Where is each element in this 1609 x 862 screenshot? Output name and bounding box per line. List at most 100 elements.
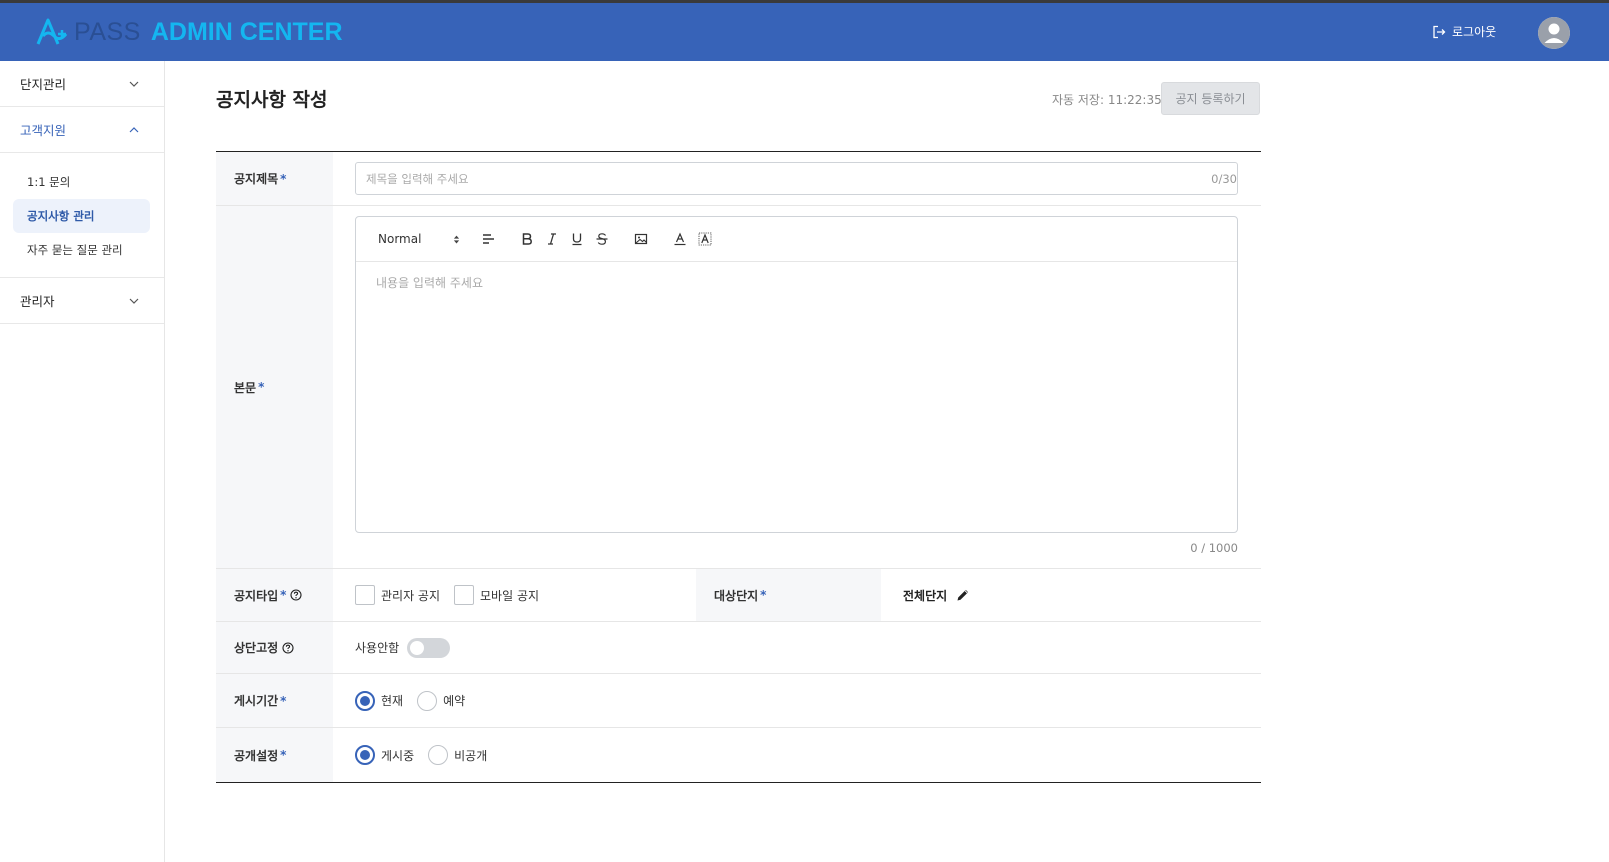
sidebar-item-inquiry[interactable]: 1:1 문의 xyxy=(13,165,150,199)
chevron-down-icon xyxy=(129,81,139,87)
radio-now[interactable] xyxy=(355,690,375,711)
form-value: Normal 내용을 입력해 주세요 0 / 1000 xyxy=(333,206,1261,568)
target-label-text: 대상단지 xyxy=(714,588,759,603)
form-label: 대상단지 * xyxy=(696,569,881,621)
logout-label: 로그아웃 xyxy=(1452,25,1497,39)
period-label-text: 게시기간 xyxy=(234,694,279,708)
form-value: 현재 예약 xyxy=(333,674,1261,727)
visibility-option-public[interactable]: 게시중 xyxy=(355,745,414,765)
user-icon xyxy=(1538,17,1570,49)
notice-form: 공지제목* 0/30 본문* Normal xyxy=(216,151,1261,783)
title-input[interactable] xyxy=(356,163,1237,194)
autosave-status: 자동 저장: 11:22:35 xyxy=(1052,93,1162,107)
sidebar-submenu: 1:1 문의 공지사항 관리 자주 묻는 질문 관리 xyxy=(0,153,164,278)
type-option-mobile[interactable]: 모바일 공지 xyxy=(454,585,539,605)
logo-admin-text: ADMIN CENTER xyxy=(150,17,343,46)
text-color-icon xyxy=(674,232,686,246)
page-title: 공지사항 작성 xyxy=(216,89,328,111)
underline-button[interactable] xyxy=(567,229,587,249)
pencil-icon[interactable] xyxy=(955,587,971,603)
pin-label-text: 상단고정 xyxy=(234,641,279,655)
title-label-text: 공지제목 xyxy=(234,172,279,186)
text-color-button[interactable] xyxy=(670,229,690,249)
editor-toolbar: Normal xyxy=(356,217,1237,262)
sidebar: 단지관리 고객지원 1:1 문의 공지사항 관리 자주 묻는 질문 관리 관리자 xyxy=(0,61,165,862)
form-value: 관리자 공지 모바일 공지 xyxy=(333,569,696,621)
logout-button[interactable]: 로그아웃 xyxy=(1432,23,1496,40)
radio-reserve[interactable] xyxy=(417,690,438,711)
option-label: 예약 xyxy=(443,694,466,708)
help-icon[interactable] xyxy=(282,641,294,654)
target-value: 전체단지 xyxy=(881,569,971,621)
logo-mark-icon xyxy=(36,18,68,45)
type-option-admin[interactable]: 관리자 공지 xyxy=(355,585,440,605)
app-header: PASS ADMIN CENTER 로그아웃 xyxy=(0,3,1609,61)
background-color-button[interactable] xyxy=(695,229,715,249)
sidebar-item-notice[interactable]: 공지사항 관리 xyxy=(13,199,150,233)
body-counter: 0 / 1000 xyxy=(1190,541,1238,555)
form-label: 공지제목 * xyxy=(216,152,333,205)
type-label-text: 공지타입 xyxy=(234,588,279,603)
italic-button[interactable] xyxy=(542,229,562,249)
form-value: 사용안함 xyxy=(333,622,1261,673)
sidebar-group-label: 관리자 xyxy=(20,294,55,309)
align-button[interactable] xyxy=(478,229,498,249)
italic-icon xyxy=(548,233,556,245)
sort-arrows-icon xyxy=(453,235,460,243)
bold-icon xyxy=(522,233,532,245)
radio-public[interactable] xyxy=(355,745,375,765)
required-mark: * xyxy=(280,748,287,762)
radio-private[interactable] xyxy=(428,745,449,765)
required-mark: * xyxy=(280,171,287,186)
editor-content-area[interactable]: 내용을 입력해 주세요 xyxy=(356,262,1237,532)
align-left-icon xyxy=(483,234,494,244)
body-label-text: 본문 xyxy=(234,380,257,395)
bold-button[interactable] xyxy=(517,229,537,249)
sidebar-group-label: 단지관리 xyxy=(20,77,67,92)
form-label: 게시기간 * xyxy=(216,674,333,727)
form-row-body: 본문 * Normal 내용을 입력해 주세요 0 / 1000 xyxy=(216,206,1261,569)
option-label: 비공개 xyxy=(454,748,488,763)
image-button[interactable] xyxy=(631,229,651,249)
period-option-reserve[interactable]: 예약 xyxy=(417,690,466,711)
form-value: 0/30 xyxy=(333,152,1261,205)
option-label: 관리자 공지 xyxy=(381,588,441,603)
logo-pass-text: PASS xyxy=(74,17,141,46)
pin-toggle[interactable] xyxy=(407,637,451,658)
sidebar-group-label: 고객지원 xyxy=(20,123,67,138)
avatar[interactable] xyxy=(1538,17,1570,49)
format-select[interactable]: Normal xyxy=(378,232,460,246)
submit-notice-button[interactable]: 공지 등록하기 xyxy=(1161,82,1260,115)
visibility-option-private[interactable]: 비공개 xyxy=(428,745,487,765)
image-icon xyxy=(634,233,648,245)
pin-state-label: 사용안함 xyxy=(355,641,400,655)
option-label: 게시중 xyxy=(381,748,415,763)
option-label: 모바일 공지 xyxy=(480,588,540,603)
sidebar-group-complex[interactable]: 단지관리 xyxy=(0,61,164,107)
sidebar-group-admin[interactable]: 관리자 xyxy=(0,278,164,324)
logo[interactable]: PASS ADMIN CENTER xyxy=(34,15,343,49)
form-row-title: 공지제목* 0/30 xyxy=(216,152,1261,206)
main-content: 공지사항 작성 자동 저장: 11:22:35 공지 등록하기 공지제목* 0/… xyxy=(180,61,1609,862)
target-value-text: 전체단지 xyxy=(903,588,948,603)
title-input-wrapper: 0/30 xyxy=(355,162,1238,195)
required-mark: * xyxy=(280,693,287,708)
format-select-value: Normal xyxy=(378,232,422,246)
option-label: 현재 xyxy=(381,694,404,708)
chevron-up-icon xyxy=(129,126,139,132)
rich-text-editor: Normal 내용을 입력해 주세요 xyxy=(355,216,1238,533)
form-value: 게시중 비공개 xyxy=(333,728,1261,782)
sidebar-group-support[interactable]: 고객지원 xyxy=(0,107,164,153)
underline-icon xyxy=(572,233,582,246)
help-icon[interactable] xyxy=(290,589,303,601)
strikethrough-button[interactable] xyxy=(592,229,612,249)
required-mark: * xyxy=(258,380,265,394)
form-row-type: 공지타입 * 관리자 공지 모바일 공지 대상단지 * 전체단지 xyxy=(216,569,1261,622)
form-row-period: 게시기간 * 현재 예약 xyxy=(216,674,1261,728)
checkbox-admin-notice[interactable] xyxy=(355,585,375,605)
checkbox-mobile-notice[interactable] xyxy=(454,585,475,605)
period-option-now[interactable]: 현재 xyxy=(355,690,404,711)
form-label: 공지타입 * xyxy=(216,569,333,621)
sidebar-item-faq[interactable]: 자주 묻는 질문 관리 xyxy=(13,233,150,267)
form-row-pin: 상단고정 사용안함 xyxy=(216,622,1261,674)
